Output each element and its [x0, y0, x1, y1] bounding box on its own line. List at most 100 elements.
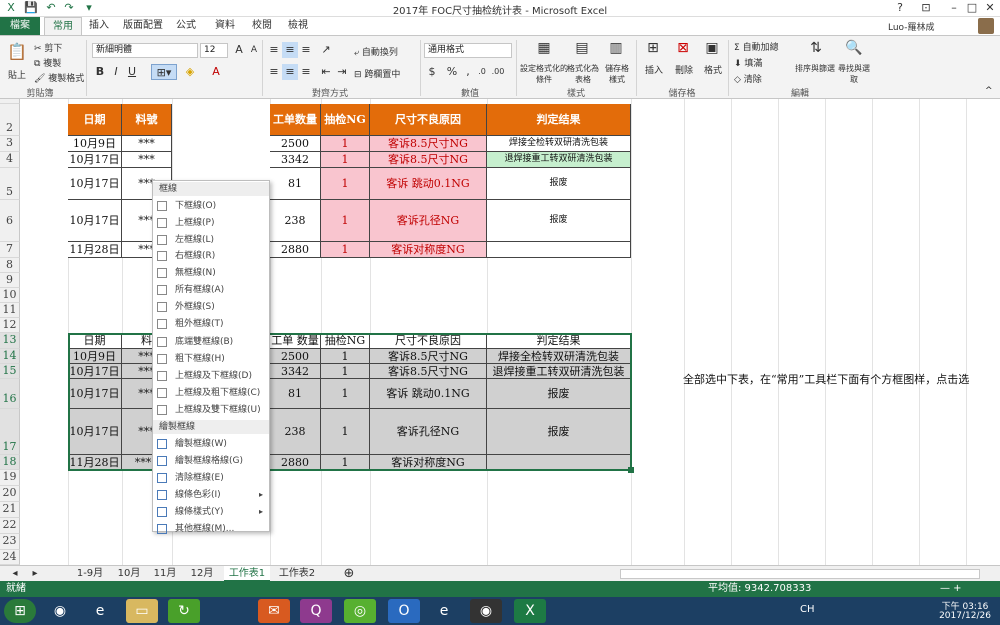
format-table-icon[interactable]: ▤ [572, 40, 592, 60]
table-cell[interactable]: 判定结果 [487, 104, 631, 136]
table-cell[interactable]: 焊接全检转双研清洗包装 [487, 349, 631, 364]
table-cell[interactable]: 1 [321, 409, 370, 455]
font-size-select[interactable]: 12 [200, 43, 228, 58]
table-cell[interactable]: 238 [270, 200, 321, 242]
add-sheet-icon[interactable]: ⊕ [340, 566, 358, 582]
table-cell[interactable]: 日期 [68, 104, 122, 136]
table-cell[interactable]: 客诉 跳动0.1NG [370, 168, 487, 200]
wrap-text-button[interactable]: ⤶ 自動換列 [354, 45, 398, 58]
table-cell[interactable]: 抽检NG [321, 333, 370, 349]
paste-icon[interactable]: 📋 [6, 44, 28, 68]
table-cell[interactable]: 报废 [487, 200, 631, 242]
row-header[interactable]: 22 [0, 518, 20, 534]
row-header[interactable]: 3 [0, 136, 20, 152]
shrink-font-icon[interactable]: A [246, 42, 262, 58]
align-right-icon[interactable]: ≡ [298, 64, 314, 80]
table-cell[interactable]: 3342 [270, 364, 321, 379]
row-header[interactable]: 20 [0, 486, 20, 502]
table-cell[interactable]: 1 [321, 379, 370, 409]
tab-page-layout[interactable]: 版面配置 [120, 17, 166, 35]
ribbon-options-icon[interactable]: ⊡ [912, 0, 940, 17]
conditional-format-icon[interactable]: ▦ [534, 40, 554, 60]
row-header[interactable]: 18 [0, 455, 20, 470]
folder-icon[interactable]: ▭ [126, 599, 158, 623]
currency-icon[interactable]: $ [424, 64, 440, 80]
row-header[interactable]: 7 [0, 242, 20, 258]
menu-item-border[interactable]: 外框線(S) [153, 299, 269, 315]
menu-item-draw[interactable]: 線條色彩(I) ▸ [153, 487, 269, 503]
recorder-icon[interactable]: ◉ [470, 599, 502, 623]
merge-center-button[interactable]: ⊟ 跨欄置中 [354, 67, 400, 80]
table-cell[interactable]: 客诉对称度NG [370, 242, 487, 258]
align-top-icon[interactable]: ≡ [266, 42, 282, 58]
table-cell[interactable] [487, 455, 631, 470]
copy-button[interactable]: ⧉ 複製 [34, 56, 61, 69]
tab-formulas[interactable]: 公式 [170, 17, 202, 35]
avatar[interactable] [978, 18, 994, 34]
increase-decimal-icon[interactable]: .0 [474, 64, 490, 80]
menu-item-draw[interactable]: 繪製框線格線(G) [153, 453, 269, 469]
conditional-format-button[interactable]: 設定格式化的條件 [520, 63, 568, 85]
row-header[interactable]: 11 [0, 303, 20, 318]
clear-button[interactable]: ◇ 清除 [734, 72, 762, 85]
table-cell[interactable]: 工单 数量 [270, 333, 321, 349]
menu-item-draw[interactable]: 其他框線(M)... [153, 521, 269, 537]
row-header[interactable]: 16 [0, 379, 20, 409]
menu-item-border[interactable]: 無框線(N) [153, 265, 269, 281]
table-cell[interactable]: 81 [270, 168, 321, 200]
row-header[interactable]: 5 [0, 168, 20, 200]
insert-cells-icon[interactable]: ⊞ [643, 40, 663, 60]
find-select-icon[interactable]: 🔍 [844, 40, 864, 60]
tab-view[interactable]: 檢視 [282, 17, 314, 35]
underline-icon[interactable]: U [124, 64, 140, 80]
table-cell[interactable]: 10月17日 [68, 200, 122, 242]
row-header[interactable]: 14 [0, 349, 20, 364]
table-cell[interactable]: 客诉8.5尺寸NG [370, 136, 487, 152]
table-cell[interactable]: 10月17日 [68, 364, 122, 379]
sort-filter-icon[interactable]: ⇅ [806, 40, 826, 60]
italic-icon[interactable]: I [108, 64, 124, 80]
help-icon[interactable]: ? [886, 0, 914, 17]
table-cell[interactable]: 1 [321, 349, 370, 364]
fill-button[interactable]: ⬇ 填滿 [734, 56, 762, 69]
menu-item-border[interactable]: 粗外框線(T) [153, 316, 269, 332]
table-cell[interactable]: 客诉8.5尺寸NG [370, 364, 487, 379]
row-header[interactable]: 10 [0, 288, 20, 303]
worksheet[interactable]: 2 3 4 5 6 7 8 9 10 11 12 13 14 15 16 17 … [0, 99, 1000, 565]
ie-icon[interactable]: e [84, 599, 116, 623]
menu-item-draw[interactable]: 線條樣式(Y) ▸ [153, 504, 269, 520]
media-icon[interactable]: ↻ [168, 599, 200, 623]
menu-item-draw[interactable]: 繪製框線(W) [153, 436, 269, 452]
menu-item-border[interactable]: 所有框線(A) [153, 282, 269, 298]
table-cell[interactable]: *** [122, 136, 172, 152]
excel-taskbar-icon[interactable]: X [514, 599, 546, 623]
format-table-button[interactable]: 格式化為表格 [566, 63, 600, 85]
table-cell[interactable]: 10月9日 [68, 136, 122, 152]
ie-icon[interactable]: e [428, 599, 460, 623]
delete-cells-icon[interactable]: ⊠ [673, 40, 693, 60]
row-header[interactable]: 23 [0, 534, 20, 550]
menu-item-draw[interactable]: 清除框線(E) [153, 470, 269, 486]
table-cell[interactable]: 客诉8.5尺寸NG [370, 349, 487, 364]
language-indicator[interactable]: CH [800, 604, 815, 615]
format-cells-button[interactable]: 格式 [704, 63, 722, 76]
row-header[interactable]: 17 [0, 409, 20, 455]
user-name[interactable]: Luo-羅林成 [888, 20, 934, 33]
table-cell[interactable]: 判定结果 [487, 333, 631, 349]
align-bottom-icon[interactable]: ≡ [298, 42, 314, 58]
table-cell[interactable]: 3342 [270, 152, 321, 168]
menu-item-border[interactable]: 上框線(P) [153, 215, 269, 231]
outlook-icon[interactable]: O [388, 599, 420, 623]
tab-review[interactable]: 校閱 [246, 17, 278, 35]
table-cell[interactable]: 1 [321, 152, 370, 168]
collapse-ribbon-icon[interactable]: ^ [985, 86, 993, 96]
table-cell[interactable]: 退焊接重工转双研清洗包装 [487, 364, 631, 379]
grow-font-icon[interactable]: A [231, 42, 247, 58]
percent-icon[interactable]: % [444, 64, 460, 80]
table-cell[interactable]: 报废 [487, 379, 631, 409]
row-header[interactable]: 21 [0, 502, 20, 518]
row-header[interactable]: 9 [0, 273, 20, 288]
menu-item-border[interactable]: 下框線(O) [153, 198, 269, 214]
delete-cells-button[interactable]: 刪除 [675, 63, 693, 76]
font-name-select[interactable]: 新細明體 [92, 43, 198, 58]
